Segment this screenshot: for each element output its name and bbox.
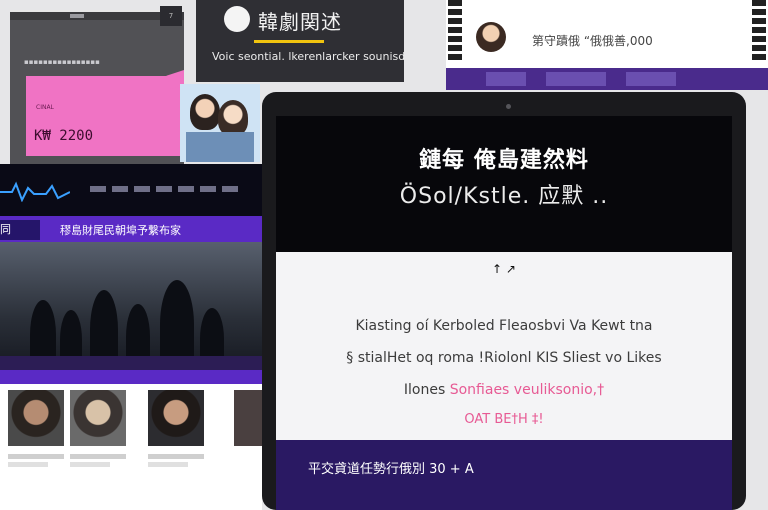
tablet-screen[interactable]: 鏈每 俺島建然料 ÖSol/Kstle. 应默 .. ↑ ↗ Kiasting … xyxy=(276,116,732,510)
arrow-icon: ↑ ↗ xyxy=(492,262,516,276)
screen-title: 鏈每 俺島建然料 xyxy=(419,148,589,173)
promo-small-label: CINAL xyxy=(36,104,54,111)
news-thumbnail[interactable] xyxy=(8,390,64,446)
promo-highlight-block: CINAL K₩ 2200 xyxy=(26,76,184,156)
panel-cta-link[interactable]: OAT BE†H ‡! xyxy=(276,412,732,427)
news-caption xyxy=(8,454,64,459)
news-caption xyxy=(8,462,48,467)
title-underline xyxy=(254,40,324,43)
title-card-heading: 韓劇関述 xyxy=(258,10,342,34)
photo-card[interactable] xyxy=(180,84,260,162)
news-thumbnail[interactable] xyxy=(70,390,126,446)
camera-icon xyxy=(506,104,511,109)
news-caption xyxy=(70,454,126,459)
profile-headline: 第守蹟俄 “俄俄善,000 xyxy=(532,34,653,48)
promo-card-topbar xyxy=(10,12,184,20)
footer-text: 平交貣道任勢行俄別 30 + A xyxy=(308,462,474,477)
avatar xyxy=(476,22,506,52)
small-tile: 7 xyxy=(160,6,182,26)
tablet-device: 鏈每 俺島建然料 ÖSol/Kstle. 应默 .. ↑ ↗ Kiasting … xyxy=(262,92,746,510)
filmstrip-right xyxy=(752,0,766,62)
promo-card[interactable]: ▪▪▪▪▪▪▪▪▪▪▪▪▪▪▪▪ CINAL K₩ 2200 xyxy=(10,12,184,164)
news-thumbnail[interactable] xyxy=(234,390,262,446)
panel-text-line: § stialHet oq roma !Riolonl KIS Sliest v… xyxy=(346,350,662,366)
news-divider-bar xyxy=(0,370,262,384)
news-headline[interactable]: 穋島財尾民朝埠予繋布家 xyxy=(60,222,181,238)
profile-article-card[interactable]: 第守蹟俄 “俄俄善,000 xyxy=(446,0,768,90)
news-caption xyxy=(148,454,204,459)
photo-background xyxy=(186,132,254,162)
news-header xyxy=(0,164,262,216)
content-panel: ↑ ↗ Kiasting oí Kerboled Fleaosbvi Va Ke… xyxy=(276,252,732,440)
news-nav[interactable] xyxy=(90,186,240,192)
brand-logo-icon xyxy=(224,6,250,32)
panel-text-line: Kiasting oí Kerboled Fleaosbvi Va Kewt t… xyxy=(355,318,653,334)
heartbeat-logo-icon xyxy=(0,181,70,202)
person-photo xyxy=(218,100,248,136)
news-website-card[interactable]: 同 穋島財尾民朝埠予繋布家 xyxy=(0,164,262,510)
promo-banner-text: ▪▪▪▪▪▪▪▪▪▪▪▪▪▪▪▪ xyxy=(24,58,100,66)
panel-text-prefix: Ilones xyxy=(403,382,446,398)
screen-footer: 平交貣道任勢行俄別 30 + A xyxy=(276,440,732,510)
news-caption xyxy=(148,462,188,467)
news-caption xyxy=(70,462,110,467)
promo-price: K₩ 2200 xyxy=(34,128,94,144)
news-tag[interactable]: 同 xyxy=(0,220,40,240)
person-photo xyxy=(190,94,220,130)
title-card[interactable]: 韓劇関述 Voic seontial. lkerenlarcker sounis… xyxy=(196,0,404,82)
panel-text-line: Ilones Sonfiaes veuliksonio,† xyxy=(276,382,732,398)
title-card-subtitle: Voic seontial. lkerenlarcker sounisd xyxy=(212,50,404,63)
news-hero-image[interactable] xyxy=(0,242,262,370)
filmstrip-left xyxy=(448,0,462,62)
news-thumbnail[interactable] xyxy=(148,390,204,446)
screen-subtitle: ÖSol/Kstle. 应默 .. xyxy=(399,184,609,209)
panel-highlight-link[interactable]: Sonfiaes veuliksonio,† xyxy=(450,382,604,398)
profile-nav-bar xyxy=(446,68,768,90)
